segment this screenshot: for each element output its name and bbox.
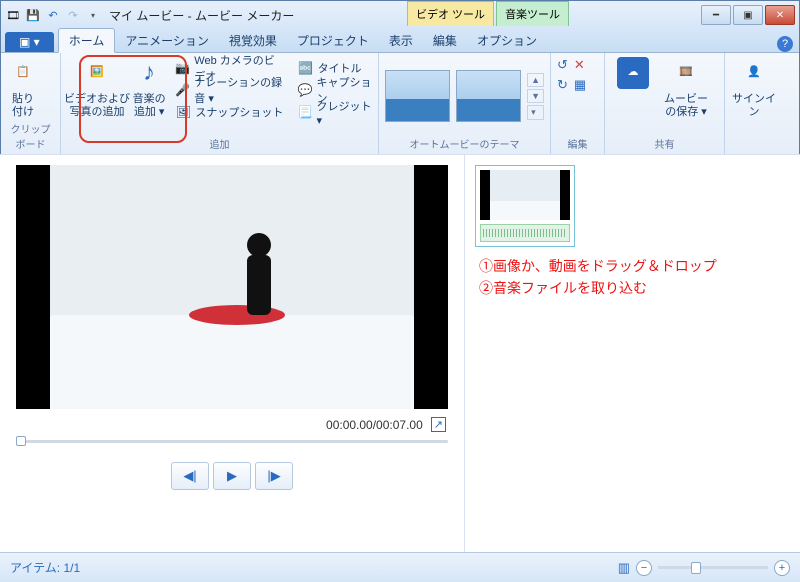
- paste-icon: 📋: [7, 57, 39, 89]
- context-tools: ビデオ ツール 音楽ツール: [407, 1, 569, 26]
- playback-controls: ◀| ▶ |▶: [171, 462, 293, 490]
- minimize-button[interactable]: ━: [701, 5, 731, 25]
- scroll-down-icon[interactable]: ▼: [527, 89, 544, 103]
- cloud-icon: ☁: [617, 57, 649, 89]
- title-bar: 🎞 💾 ↶ ↷ ▾ マイ ムービー - ムービー メーカー ビデオ ツール 音楽…: [1, 1, 799, 29]
- paste-button[interactable]: 📋 貼り 付け: [7, 57, 39, 119]
- quick-access-toolbar: 🎞 💾 ↶ ↷ ▾: [5, 7, 101, 23]
- ribbon: 📋 貼り 付け クリップボード 🖼️ ビデオおよび 写真の追加 ♪ 音楽の 追加…: [1, 53, 799, 155]
- view-mode-icon[interactable]: ▥: [618, 560, 630, 576]
- app-icon: 🎞: [5, 7, 21, 23]
- maximize-button[interactable]: ▣: [733, 5, 763, 25]
- group-label: [731, 150, 777, 152]
- clip-audio-track: [480, 224, 570, 242]
- add-small-buttons-1: 📷Web カメラのビデオ 🎤ナレーションの録音 ▾ 🖼スナップショット: [175, 57, 285, 123]
- group-signin: 👤 サインイン: [725, 53, 783, 154]
- gallery-more-icon[interactable]: ▾: [527, 105, 544, 120]
- play-button[interactable]: ▶: [213, 462, 251, 490]
- credits-button[interactable]: 📃クレジット ▾: [298, 101, 372, 123]
- tab-view[interactable]: 表示: [379, 29, 423, 52]
- group-edit: ↺ ✕ ↻ ▦ 編集: [551, 53, 605, 154]
- tutorial-notes: ①画像か、動画をドラッグ＆ドロップ ②音楽ファイルを取り込む: [479, 255, 717, 300]
- context-tab-audio-tools[interactable]: 音楽ツール: [496, 1, 569, 26]
- save-icon[interactable]: 💾: [25, 7, 41, 23]
- tab-edit[interactable]: 編集: [423, 29, 467, 52]
- tab-project[interactable]: プロジェクト: [287, 29, 379, 52]
- item-count: アイテム: 1/1: [10, 559, 80, 576]
- status-bar: アイテム: 1/1 ▥ − +: [0, 552, 800, 582]
- user-icon: 👤: [738, 57, 770, 89]
- timeline-clip[interactable]: [475, 165, 575, 247]
- group-clipboard: 📋 貼り 付け クリップボード: [1, 53, 61, 154]
- rotate-right-icon[interactable]: ↻: [557, 77, 568, 93]
- group-label: 編集: [557, 135, 598, 152]
- undo-icon[interactable]: ↶: [45, 7, 61, 23]
- tab-options[interactable]: オプション: [467, 29, 547, 52]
- work-area: 00:00.00/00:07.00 ↗ ◀| ▶ |▶ ①画像か、動画をドラッグ…: [0, 154, 800, 552]
- group-automovie: ▲ ▼ ▾ オートムービーのテーマ: [379, 53, 551, 154]
- rotate-left-icon[interactable]: ↺: [557, 57, 568, 73]
- group-share: ☁ 🎞️ ムービー の保存 ▾ 共有: [605, 53, 725, 154]
- tab-animation[interactable]: アニメーション: [115, 29, 219, 52]
- window-title: マイ ムービー - ムービー メーカー: [109, 7, 294, 24]
- scroll-up-icon[interactable]: ▲: [527, 73, 544, 87]
- seek-bar[interactable]: [16, 436, 448, 446]
- timeline-pane[interactable]: ①画像か、動画をドラッグ＆ドロップ ②音楽ファイルを取り込む: [465, 155, 800, 552]
- seek-knob[interactable]: [16, 436, 26, 446]
- signin-button[interactable]: 👤 サインイン: [731, 57, 777, 119]
- theme-thumb-2[interactable]: [456, 70, 521, 122]
- caption-icon: 💬: [298, 82, 313, 98]
- ribbon-tab-bar: ▣ ▾ ホーム アニメーション 視覚効果 プロジェクト 表示 編集 オプション …: [1, 29, 799, 53]
- film-icon: 🎞️: [670, 57, 702, 89]
- video-frame-image: [50, 165, 414, 409]
- next-frame-button[interactable]: |▶: [255, 462, 293, 490]
- qat-dropdown-icon[interactable]: ▾: [85, 7, 101, 23]
- redo-icon[interactable]: ↷: [65, 7, 81, 23]
- help-button[interactable]: ?: [777, 36, 793, 52]
- preview-pane: 00:00.00/00:07.00 ↗ ◀| ▶ |▶: [0, 155, 465, 552]
- save-movie-button[interactable]: 🎞️ ムービー の保存 ▾: [661, 57, 711, 119]
- group-label: オートムービーのテーマ: [385, 135, 544, 152]
- title-icon: 🔤: [298, 60, 314, 76]
- narration-button[interactable]: 🎤ナレーションの録音 ▾: [175, 79, 285, 101]
- window-buttons: ━ ▣ ✕: [699, 5, 795, 25]
- tab-home[interactable]: ホーム: [58, 28, 116, 53]
- group-label: クリップボード: [7, 120, 54, 152]
- add-small-buttons-2: 🔤タイトル 💬キャプション 📃クレジット ▾: [298, 57, 372, 123]
- tutorial-highlight: [79, 55, 187, 143]
- theme-thumb-1[interactable]: [385, 70, 450, 122]
- group-label: 共有: [611, 135, 718, 152]
- close-button[interactable]: ✕: [765, 5, 795, 25]
- file-menu-button[interactable]: ▣ ▾: [5, 32, 54, 52]
- snapshot-button[interactable]: 🖼スナップショット: [175, 101, 285, 123]
- clip-thumb: [480, 170, 570, 220]
- fullscreen-icon[interactable]: ↗: [431, 417, 446, 432]
- onedrive-button[interactable]: ☁: [611, 57, 655, 93]
- timecode-display: 00:00.00/00:07.00 ↗: [326, 417, 446, 432]
- zoom-slider[interactable]: [658, 566, 768, 569]
- tab-visual-effects[interactable]: 視覚効果: [219, 29, 287, 52]
- video-preview[interactable]: [16, 165, 448, 409]
- credits-icon: 📃: [298, 104, 313, 120]
- select-all-icon[interactable]: ▦: [574, 77, 586, 93]
- zoom-in-button[interactable]: +: [774, 560, 790, 576]
- zoom-controls: ▥ − +: [618, 560, 790, 576]
- zoom-out-button[interactable]: −: [636, 560, 652, 576]
- context-tab-video-tools[interactable]: ビデオ ツール: [407, 1, 494, 26]
- delete-icon[interactable]: ✕: [574, 57, 585, 73]
- prev-frame-button[interactable]: ◀|: [171, 462, 209, 490]
